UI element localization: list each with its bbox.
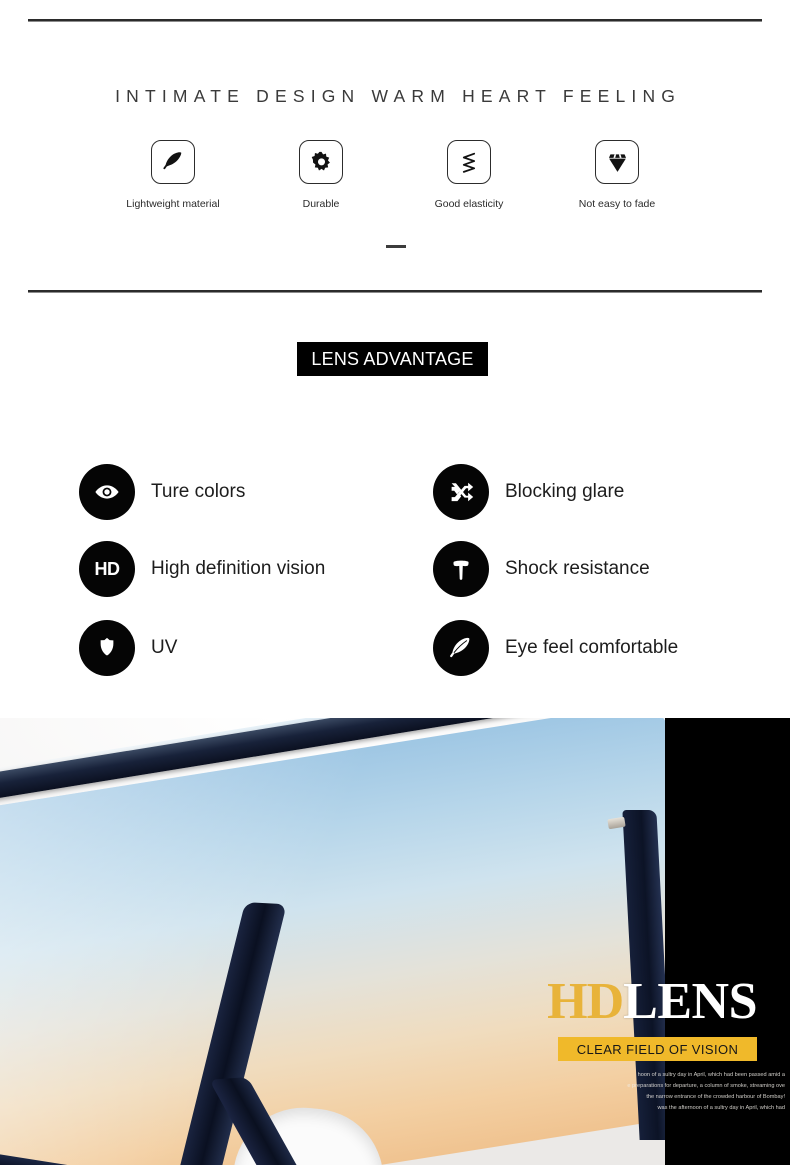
tagline-bar: CLEAR FIELD OF VISION: [558, 1037, 757, 1061]
material-label: Durable: [302, 198, 340, 210]
lens-advantage-grid: Ture colors HD High definition vision UV…: [0, 458, 790, 698]
advantage-label: UV: [151, 637, 178, 658]
photo-blurb-text: hoon of a sultry day in April, which had…: [537, 1070, 785, 1114]
brand-lens-text: LENS: [623, 973, 757, 1030]
brand-hd-text: HD: [547, 973, 624, 1030]
advantage-item-shock-resistance: Shock resistance: [433, 541, 650, 597]
advantage-label: High definition vision: [151, 558, 326, 579]
advantage-label: Blocking glare: [505, 481, 625, 502]
gear-icon: [299, 140, 343, 184]
material-item-fade-resistant: Not easy to fade: [562, 140, 672, 211]
blurb-line: e preparations for departure, a column o…: [627, 1082, 785, 1089]
material-item-durable: Durable: [266, 140, 376, 211]
divider-top: [28, 19, 762, 21]
material-item-elasticity: Good elasticity: [414, 140, 524, 211]
feather-icon: [433, 620, 489, 676]
hd-badge-icon: HD: [79, 541, 135, 597]
shield-icon: [79, 620, 135, 676]
dash-separator: [386, 245, 406, 248]
advantage-label: Eye feel comfortable: [505, 637, 679, 658]
hd-badge-text: HD: [94, 558, 121, 579]
blurb-line: hoon of a sultry day in April, which had…: [637, 1072, 785, 1078]
advantage-item-eye-comfort: Eye feel comfortable: [433, 620, 678, 676]
diamond-icon: [595, 140, 639, 184]
blurb-line: was the afternoon of a sultry day in Apr…: [657, 1104, 785, 1111]
lens-advantage-banner: LENS ADVANTAGE: [297, 342, 488, 376]
shuffle-arrows-icon: [433, 464, 489, 520]
material-label: Good elasticity: [434, 198, 504, 210]
material-label: Lightweight material: [126, 198, 220, 210]
material-feature-row: Lightweight material Durable Good elasti…: [0, 140, 790, 211]
advantage-item-blocking-glare: Blocking glare: [433, 464, 624, 520]
advantage-label: Ture colors: [151, 481, 246, 502]
feather-icon: [151, 140, 195, 184]
zigzag-elasticity-icon: [447, 140, 491, 184]
advantage-item-true-colors: Ture colors: [79, 464, 245, 520]
advantage-item-uv: UV: [79, 620, 177, 676]
material-item-lightweight: Lightweight material: [118, 140, 228, 211]
eye-icon: [79, 464, 135, 520]
hammer-icon: [433, 541, 489, 597]
advantage-item-high-definition: HD High definition vision: [79, 541, 325, 597]
blurb-line: the narrow entrance of the crowded harbo…: [646, 1093, 785, 1100]
page-headline: INTIMATE DESIGN WARM HEART FEELING: [115, 86, 682, 106]
divider-middle: [28, 290, 762, 292]
brand-lockup: HDLENS: [547, 976, 757, 1028]
material-label: Not easy to fade: [578, 198, 656, 210]
advantage-label: Shock resistance: [505, 558, 650, 579]
